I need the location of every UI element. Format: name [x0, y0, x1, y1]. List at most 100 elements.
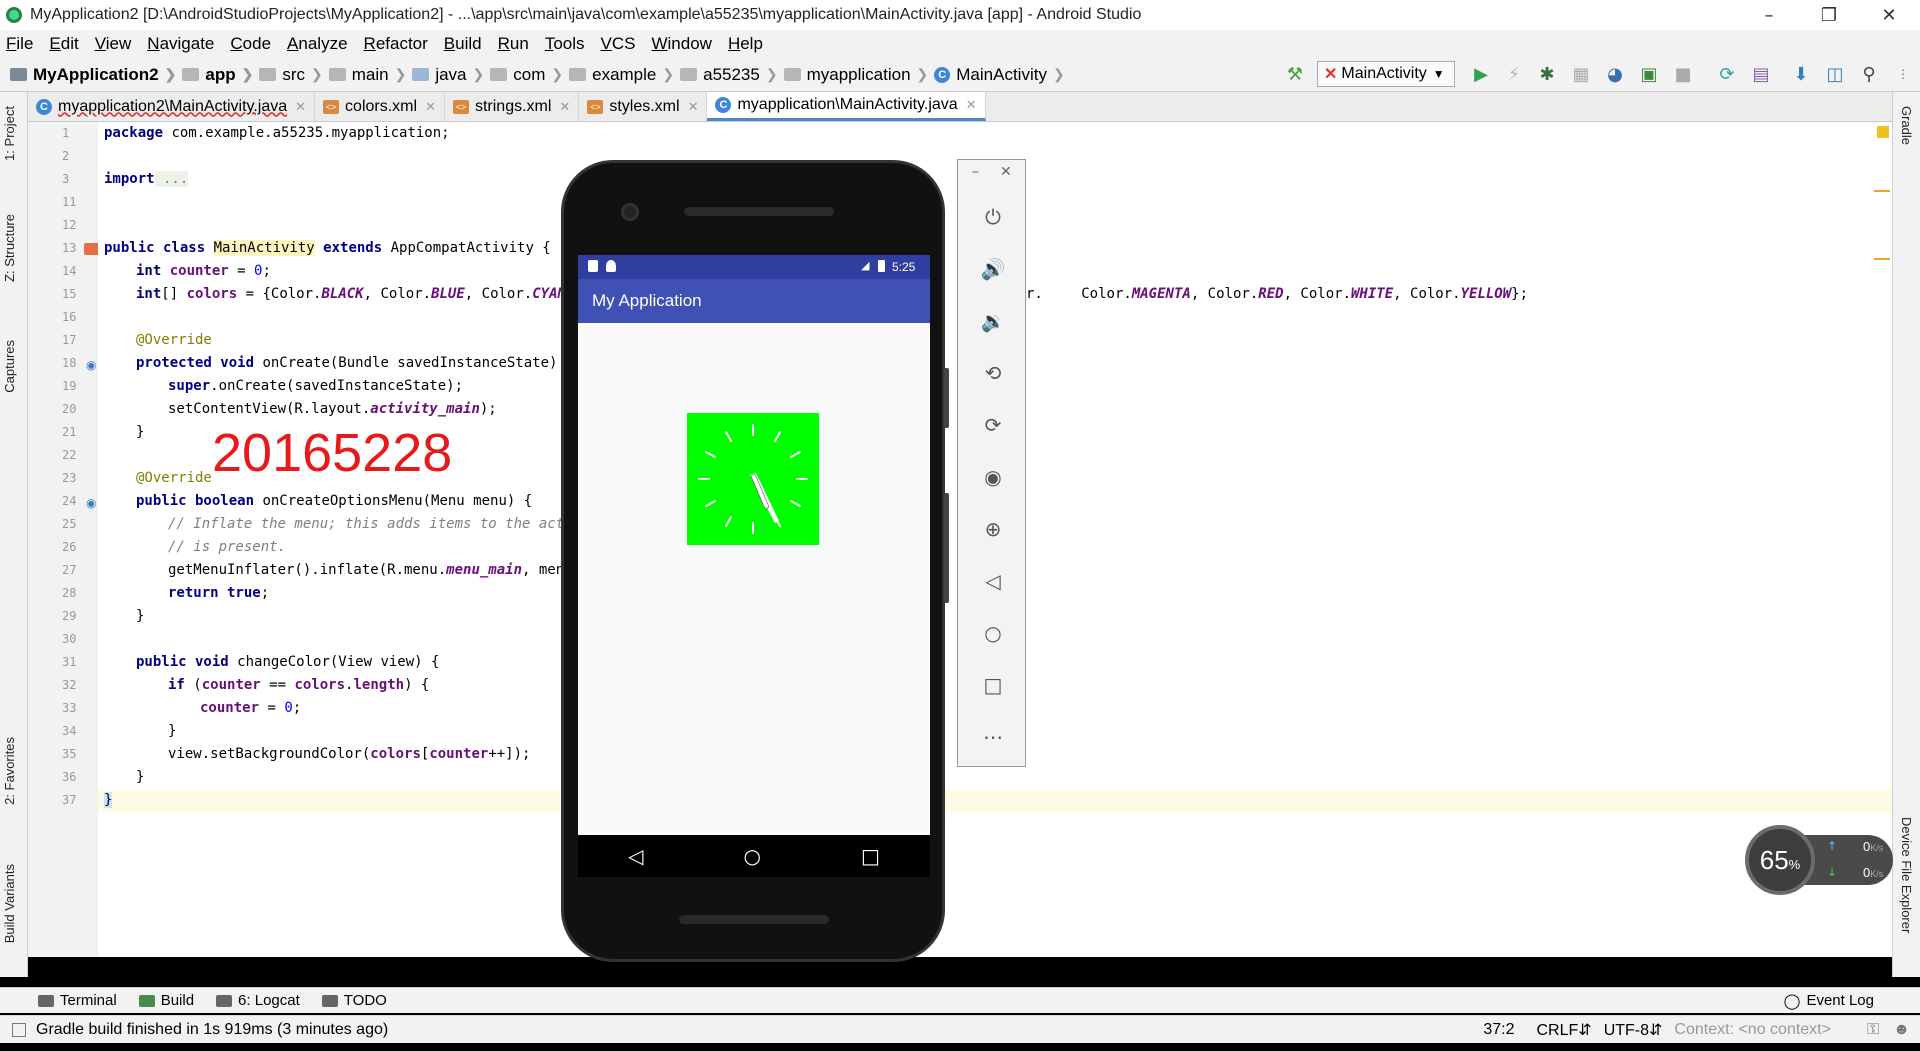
rotate-left-icon[interactable]: ⟲: [978, 358, 1008, 388]
close-icon[interactable]: ✕: [1860, 0, 1918, 30]
menu-help[interactable]: Help: [728, 34, 763, 54]
status-message[interactable]: Gradle build finished in 1s 919ms (3 min…: [36, 1021, 388, 1039]
tab-strings-xml[interactable]: <> strings.xml ✕: [445, 92, 580, 121]
inspector-icon[interactable]: ☻: [1893, 1021, 1910, 1039]
camera-icon[interactable]: ◉: [978, 462, 1008, 492]
tool-tab-build-variants[interactable]: Build Variants: [2, 864, 17, 943]
recents-icon[interactable]: □: [861, 844, 880, 868]
apply-changes-icon[interactable]: ⚡: [1503, 63, 1525, 85]
code-line: }: [136, 769, 145, 785]
tab-label: colors.xml: [345, 97, 418, 115]
menu-run[interactable]: Run: [498, 34, 529, 54]
tool-event-log[interactable]: ◯ Event Log: [1784, 992, 1874, 1010]
tool-tab-structure[interactable]: Z: Structure: [2, 214, 17, 282]
profile-icon[interactable]: ◕: [1604, 63, 1626, 85]
breadcrumb-a55235[interactable]: a55235 ❯: [680, 65, 778, 85]
toggle-tool-windows-icon[interactable]: [12, 1022, 26, 1037]
menu-code[interactable]: Code: [230, 34, 271, 54]
attach-debugger-icon[interactable]: ▣: [1638, 63, 1660, 85]
overview-icon[interactable]: □: [978, 670, 1008, 700]
search-icon[interactable]: ⚲: [1858, 63, 1880, 85]
network-speed-widget[interactable]: 65% ↑ ↓ 0K/s 0K/s: [1745, 825, 1895, 895]
editor-tab-bar: C myapplication2\MainActivity.java ✕ <> …: [28, 92, 1892, 122]
rotate-right-icon[interactable]: ⟳: [978, 410, 1008, 440]
app-title: My Application: [592, 291, 702, 310]
line-number: 11: [62, 195, 77, 209]
breadcrumb-com[interactable]: com ❯: [490, 65, 563, 85]
menu-vcs[interactable]: VCS: [601, 34, 636, 54]
tool-tab-device-file-explorer[interactable]: Device File Explorer: [1899, 817, 1914, 933]
coverage-icon[interactable]: ▦: [1570, 63, 1592, 85]
restore-icon[interactable]: ❐: [1800, 0, 1858, 30]
tool-tab-project[interactable]: 1: Project: [2, 106, 17, 161]
breadcrumb-main[interactable]: main ❯: [328, 65, 406, 85]
tool-terminal[interactable]: Terminal: [38, 992, 117, 1009]
menu-analyze[interactable]: Analyze: [287, 34, 347, 54]
run-icon[interactable]: ▶: [1470, 63, 1492, 85]
close-tab-icon[interactable]: ✕: [559, 99, 570, 115]
tab-myapplication-mainactivity[interactable]: C myapplication\MainActivity.java ✕: [707, 92, 986, 121]
tool-tab-captures[interactable]: Captures: [2, 340, 17, 393]
volume-down-icon[interactable]: 🔉: [978, 306, 1008, 336]
breadcrumb-example[interactable]: example ❯: [569, 65, 674, 85]
power-icon[interactable]: ⏻: [978, 202, 1008, 232]
menu-window[interactable]: Window: [651, 34, 711, 54]
run-config-select[interactable]: ✕ MainActivity ▼: [1317, 61, 1455, 87]
menu-build[interactable]: Build: [444, 34, 482, 54]
error-stripe-mark[interactable]: [1874, 258, 1890, 260]
breadcrumb-myapplication[interactable]: myapplication ❯: [783, 65, 928, 85]
folder-icon: [328, 68, 346, 81]
menu-navigate[interactable]: Navigate: [147, 34, 214, 54]
signal-icon: ◢: [861, 260, 870, 272]
analog-clock[interactable]: [687, 413, 819, 545]
menu-file[interactable]: File: [6, 34, 33, 54]
menu-edit[interactable]: Edit: [49, 34, 78, 54]
avd-manager-icon[interactable]: ▤: [1750, 63, 1772, 85]
caret-position[interactable]: 37:2: [1483, 1021, 1514, 1039]
line-separator[interactable]: CRLF⇵: [1537, 1020, 1592, 1040]
close-tab-icon[interactable]: ✕: [425, 99, 436, 115]
breadcrumb-project[interactable]: MyApplication2 ❯: [10, 65, 176, 85]
home-icon[interactable]: ○: [978, 618, 1008, 648]
menu-tools[interactable]: Tools: [545, 34, 585, 54]
minimize-icon[interactable]: –: [1740, 0, 1798, 30]
more-icon[interactable]: ⋯: [978, 722, 1008, 752]
tab-colors-xml[interactable]: <> colors.xml ✕: [315, 92, 445, 121]
sync-gradle-icon[interactable]: ⟳: [1716, 63, 1738, 85]
line-number: 21: [62, 425, 77, 439]
back-icon[interactable]: ◁: [628, 844, 643, 868]
menu-refactor[interactable]: Refactor: [364, 34, 428, 54]
close-tab-icon[interactable]: ✕: [688, 99, 699, 115]
tool-tab-gradle[interactable]: Gradle: [1899, 106, 1914, 145]
debug-icon[interactable]: ✱: [1536, 63, 1558, 85]
breadcrumb-app[interactable]: app ❯: [182, 65, 253, 85]
make-project-icon[interactable]: ⚒: [1284, 63, 1306, 85]
tool-build[interactable]: Build: [138, 992, 194, 1009]
back-icon[interactable]: ◁: [978, 566, 1008, 596]
sdk-manager-icon[interactable]: ⬇: [1790, 63, 1812, 85]
volume-up-icon[interactable]: 🔊: [978, 254, 1008, 284]
home-icon[interactable]: ○: [744, 844, 761, 868]
breadcrumb-src[interactable]: src ❯: [259, 65, 323, 85]
stop-icon[interactable]: ■: [1672, 63, 1694, 85]
file-encoding[interactable]: UTF-8⇵: [1604, 1020, 1663, 1040]
minimize-emulator-icon[interactable]: –: [972, 164, 979, 180]
close-tab-icon[interactable]: ✕: [966, 97, 977, 113]
taskbar-strip: [0, 1043, 1920, 1051]
lock-icon[interactable]: ⚿: [1867, 1021, 1879, 1039]
close-tab-icon[interactable]: ✕: [295, 99, 306, 115]
tab-myapplication2-mainactivity[interactable]: C myapplication2\MainActivity.java ✕: [28, 92, 316, 121]
zoom-icon[interactable]: ⊕: [978, 514, 1008, 544]
error-stripe-mark[interactable]: [1874, 190, 1890, 192]
close-emulator-icon[interactable]: ✕: [1000, 164, 1012, 180]
tool-todo[interactable]: TODO: [321, 992, 387, 1009]
inspection-status-icon[interactable]: [1877, 126, 1889, 138]
menu-view[interactable]: View: [95, 34, 132, 54]
tab-styles-xml[interactable]: <> styles.xml ✕: [579, 92, 708, 121]
tool-logcat[interactable]: 6: Logcat: [216, 992, 300, 1009]
breadcrumb-mainactivity[interactable]: C MainActivity ❯: [934, 65, 1065, 85]
breadcrumb-java[interactable]: java ❯: [412, 65, 484, 85]
tool-tab-favorites[interactable]: 2: Favorites: [2, 737, 17, 805]
project-structure-icon[interactable]: ◫: [1824, 63, 1846, 85]
phone-screen[interactable]: ◢ 5:25 My Application: [578, 255, 930, 835]
